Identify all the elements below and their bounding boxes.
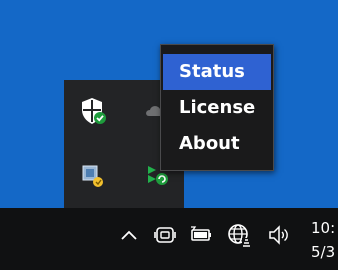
meet-now-icon[interactable] [152, 222, 178, 248]
network-app-icon[interactable] [78, 160, 108, 190]
context-menu: Status License About [160, 44, 274, 171]
taskbar: 10: 5/3 [0, 208, 338, 270]
volume-icon[interactable] [266, 222, 292, 248]
clock-time: 10: [311, 219, 336, 237]
windows-security-icon[interactable] [78, 96, 108, 126]
menu-item-license[interactable]: License [163, 90, 271, 126]
menu-item-about[interactable]: About [163, 126, 271, 162]
chevron-up-icon[interactable] [116, 222, 142, 248]
clock-date: 5/3 [311, 243, 336, 261]
battery-icon[interactable] [188, 222, 214, 248]
network-globe-icon[interactable] [226, 222, 252, 248]
menu-item-status[interactable]: Status [163, 54, 271, 90]
taskbar-clock[interactable]: 10: 5/3 [311, 216, 335, 264]
